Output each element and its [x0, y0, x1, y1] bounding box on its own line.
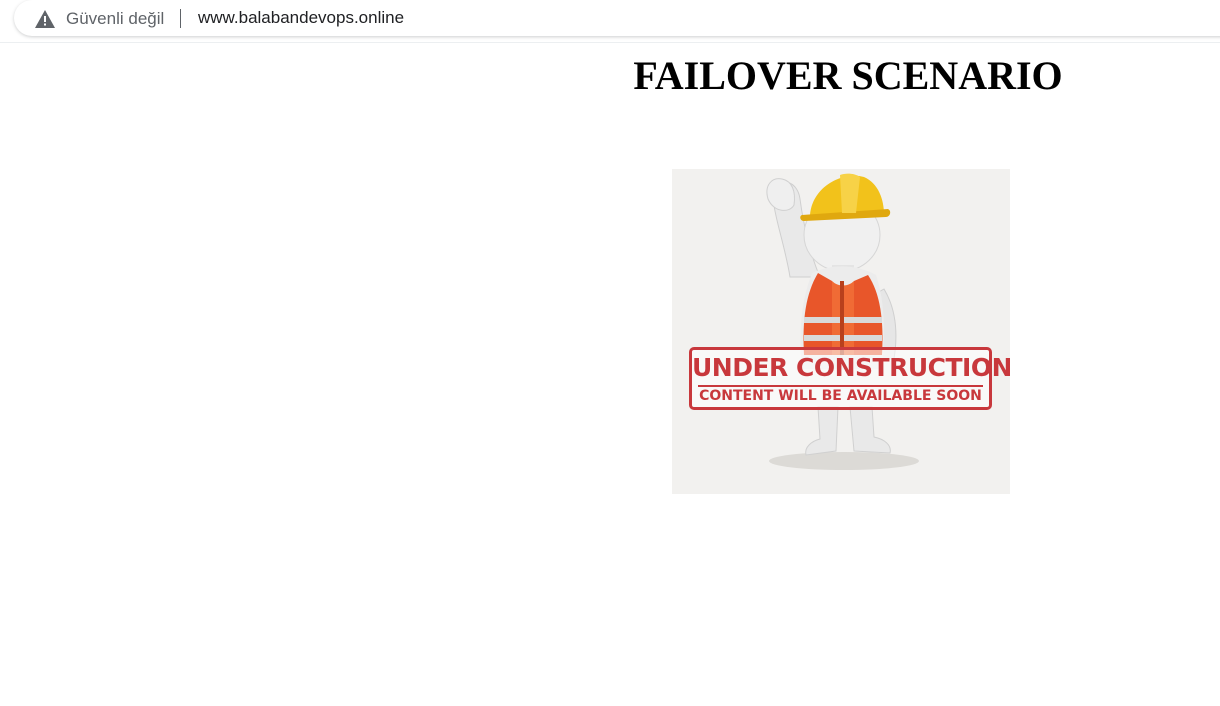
address-bar[interactable]: [14, 0, 1220, 36]
omnibox-divider: [180, 9, 181, 28]
construction-worker-illustration: [766, 173, 919, 470]
under-construction-image: UNDER CONSTRUCTION CONTENT WILL BE AVAIL…: [672, 169, 1010, 494]
stamp-sub-text: CONTENT WILL BE AVAILABLE SOON: [699, 388, 982, 404]
under-construction-stamp: UNDER CONSTRUCTION CONTENT WILL BE AVAIL…: [689, 347, 1010, 410]
security-status-label: Güvenli değil: [66, 9, 165, 28]
stamp-main-text: UNDER CONSTRUCTION: [692, 353, 1010, 382]
stamp-divider: [698, 385, 983, 387]
url-text[interactable]: www.balabandevops.online: [198, 8, 404, 28]
browser-toolbar: Güvenli değil www.balabandevops.online: [0, 0, 1220, 43]
security-indicator[interactable]: Güvenli değil: [34, 8, 164, 30]
warning-triangle-icon: [35, 10, 55, 28]
page-title: FAILOVER SCENARIO: [633, 53, 1063, 98]
